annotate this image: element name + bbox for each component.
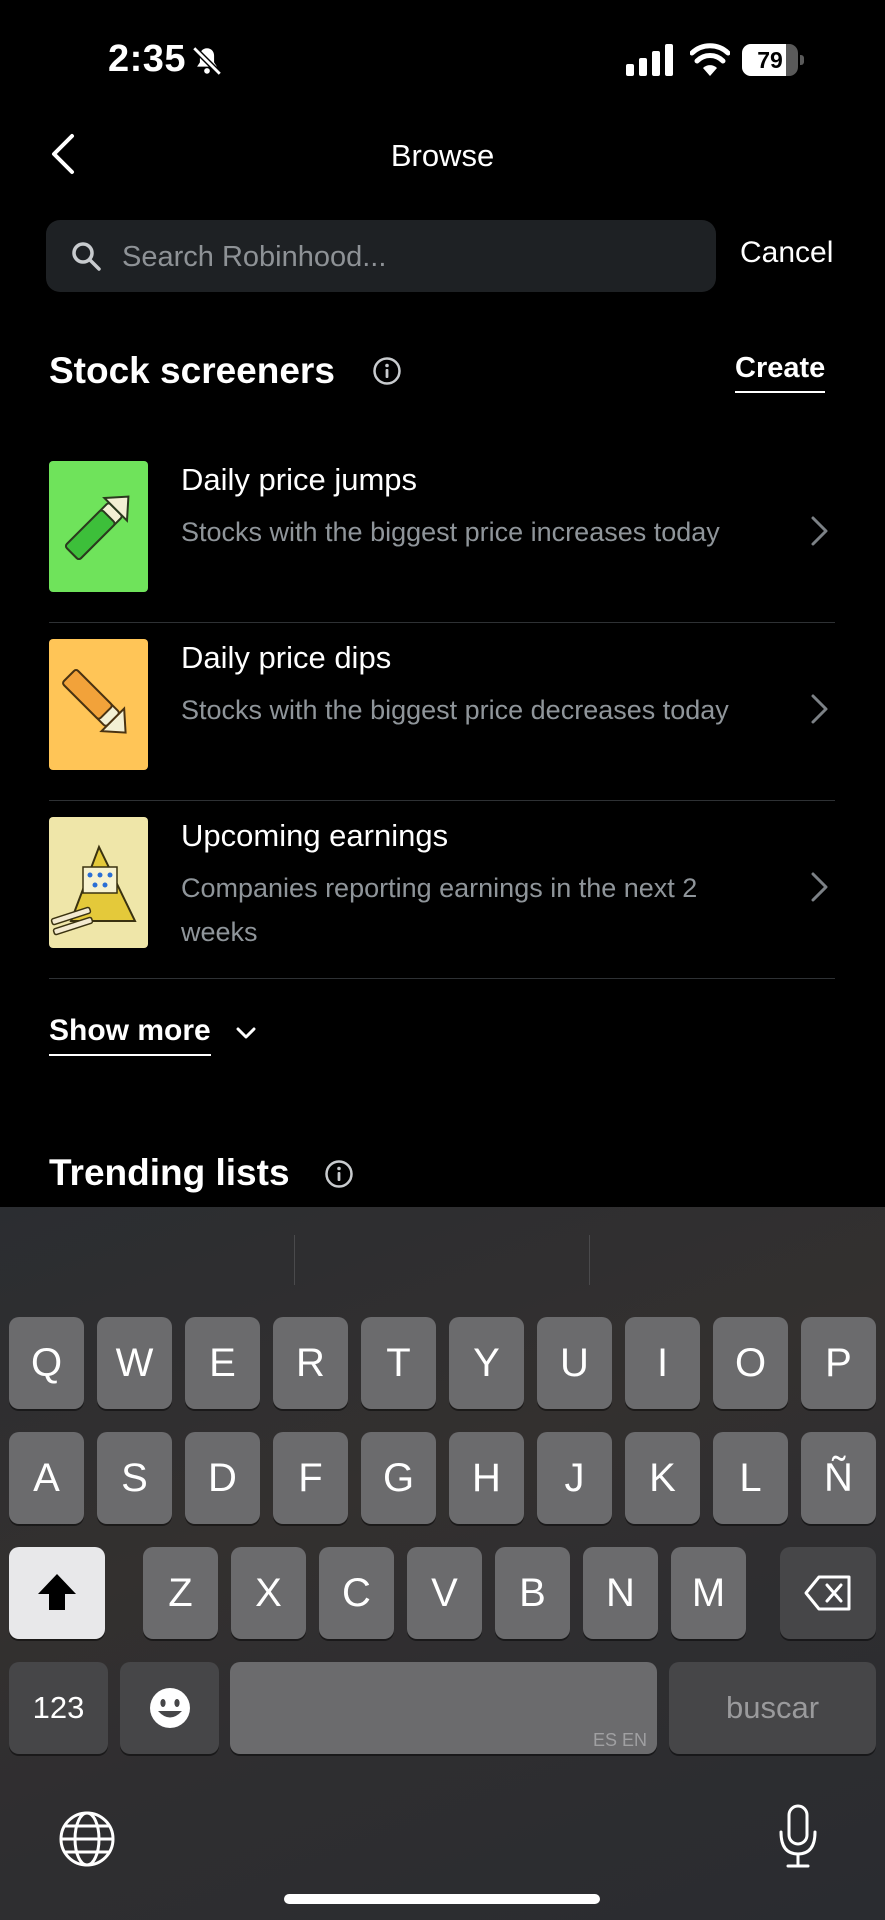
cancel-button[interactable]: Cancel: [740, 236, 833, 270]
key-x[interactable]: X: [231, 1547, 306, 1639]
backspace-icon: [804, 1575, 851, 1611]
key-c[interactable]: C: [319, 1547, 394, 1639]
key-i[interactable]: I: [625, 1317, 700, 1409]
screener-description: Stocks with the biggest price decreases …: [181, 695, 729, 725]
chevron-down-icon[interactable]: [234, 1024, 258, 1042]
screener-title: Daily price jumps: [181, 462, 418, 497]
chevron-right-icon: [811, 694, 828, 724]
key-d[interactable]: D: [185, 1432, 260, 1524]
backspace-key[interactable]: [780, 1547, 876, 1639]
emoji-icon: [150, 1688, 190, 1728]
create-screener-button[interactable]: Create: [735, 352, 826, 393]
wifi-icon: [690, 43, 730, 76]
screener-title: Upcoming earnings: [181, 818, 449, 853]
key-z[interactable]: Z: [143, 1547, 218, 1639]
bell-slash-icon: [192, 46, 222, 76]
key-m[interactable]: M: [671, 1547, 746, 1639]
search-input[interactable]: [120, 220, 704, 294]
numbers-key[interactable]: 123: [9, 1662, 108, 1754]
search-return-key[interactable]: buscar: [669, 1662, 876, 1754]
key-k[interactable]: K: [625, 1432, 700, 1524]
key-n[interactable]: N: [583, 1547, 658, 1639]
space-key[interactable]: ES EN: [230, 1662, 657, 1754]
shift-arrow-icon: [38, 1574, 76, 1610]
key-p[interactable]: P: [801, 1317, 876, 1409]
key-v[interactable]: V: [407, 1547, 482, 1639]
key-f[interactable]: F: [273, 1432, 348, 1524]
info-icon[interactable]: [324, 1159, 354, 1189]
key-j[interactable]: J: [537, 1432, 612, 1524]
key-s[interactable]: S: [97, 1432, 172, 1524]
screener-row-daily-price-dips[interactable]: Daily price dips Stocks with the biggest…: [49, 624, 835, 801]
screener-row-upcoming-earnings[interactable]: Upcoming earnings Companies reporting ea…: [49, 802, 835, 979]
chevron-right-icon: [811, 872, 828, 902]
page-title: Browse: [390, 138, 495, 173]
suggestion-divider: [589, 1235, 590, 1285]
stock-screeners-heading: Stock screeners: [49, 350, 335, 391]
emoji-key[interactable]: [120, 1662, 219, 1754]
show-more-button[interactable]: Show more: [49, 1014, 211, 1056]
suggestion-divider: [294, 1235, 295, 1285]
status-time: 2:35: [108, 38, 187, 80]
status-bar: 2:35 79: [0, 0, 885, 120]
chevron-right-icon: [811, 516, 828, 546]
trending-lists-heading: Trending lists: [49, 1152, 290, 1193]
home-indicator[interactable]: [284, 1894, 600, 1904]
screener-title: Daily price dips: [181, 640, 392, 675]
price-jump-illustration: [49, 461, 148, 592]
key-w[interactable]: W: [97, 1317, 172, 1409]
earnings-calendar-illustration: [49, 817, 148, 948]
microphone-icon[interactable]: [776, 1804, 820, 1870]
key-e[interactable]: E: [185, 1317, 260, 1409]
key-r[interactable]: R: [273, 1317, 348, 1409]
screener-row-daily-price-jumps[interactable]: Daily price jumps Stocks with the bigges…: [49, 446, 835, 623]
keyboard-language-label: ES EN: [592, 1730, 647, 1750]
key-t[interactable]: T: [361, 1317, 436, 1409]
cellular-signal-icon: [626, 44, 673, 76]
key-g[interactable]: G: [361, 1432, 436, 1524]
screener-description: Companies reporting earnings in the next…: [181, 873, 698, 947]
shift-key[interactable]: [9, 1547, 105, 1639]
key-b[interactable]: B: [495, 1547, 570, 1639]
key-h[interactable]: H: [449, 1432, 524, 1524]
key-u[interactable]: U: [537, 1317, 612, 1409]
screener-description: Stocks with the biggest price increases …: [181, 517, 720, 547]
on-screen-keyboard: QWERTYUIOP ASDFGHJKLÑ ZXCVBNM 123 ES EN …: [0, 1207, 885, 1920]
price-dip-illustration: [49, 639, 148, 770]
search-bar[interactable]: [46, 220, 716, 294]
key-l[interactable]: L: [713, 1432, 788, 1524]
info-icon[interactable]: [372, 356, 402, 386]
key-o[interactable]: O: [713, 1317, 788, 1409]
key-y[interactable]: Y: [449, 1317, 524, 1409]
globe-icon[interactable]: [58, 1810, 116, 1868]
battery-indicator: 79: [742, 44, 804, 76]
battery-percentage: 79: [757, 47, 783, 73]
search-icon: [72, 242, 101, 271]
key-q[interactable]: Q: [9, 1317, 84, 1409]
key-a[interactable]: A: [9, 1432, 84, 1524]
key-ñ[interactable]: Ñ: [801, 1432, 876, 1524]
